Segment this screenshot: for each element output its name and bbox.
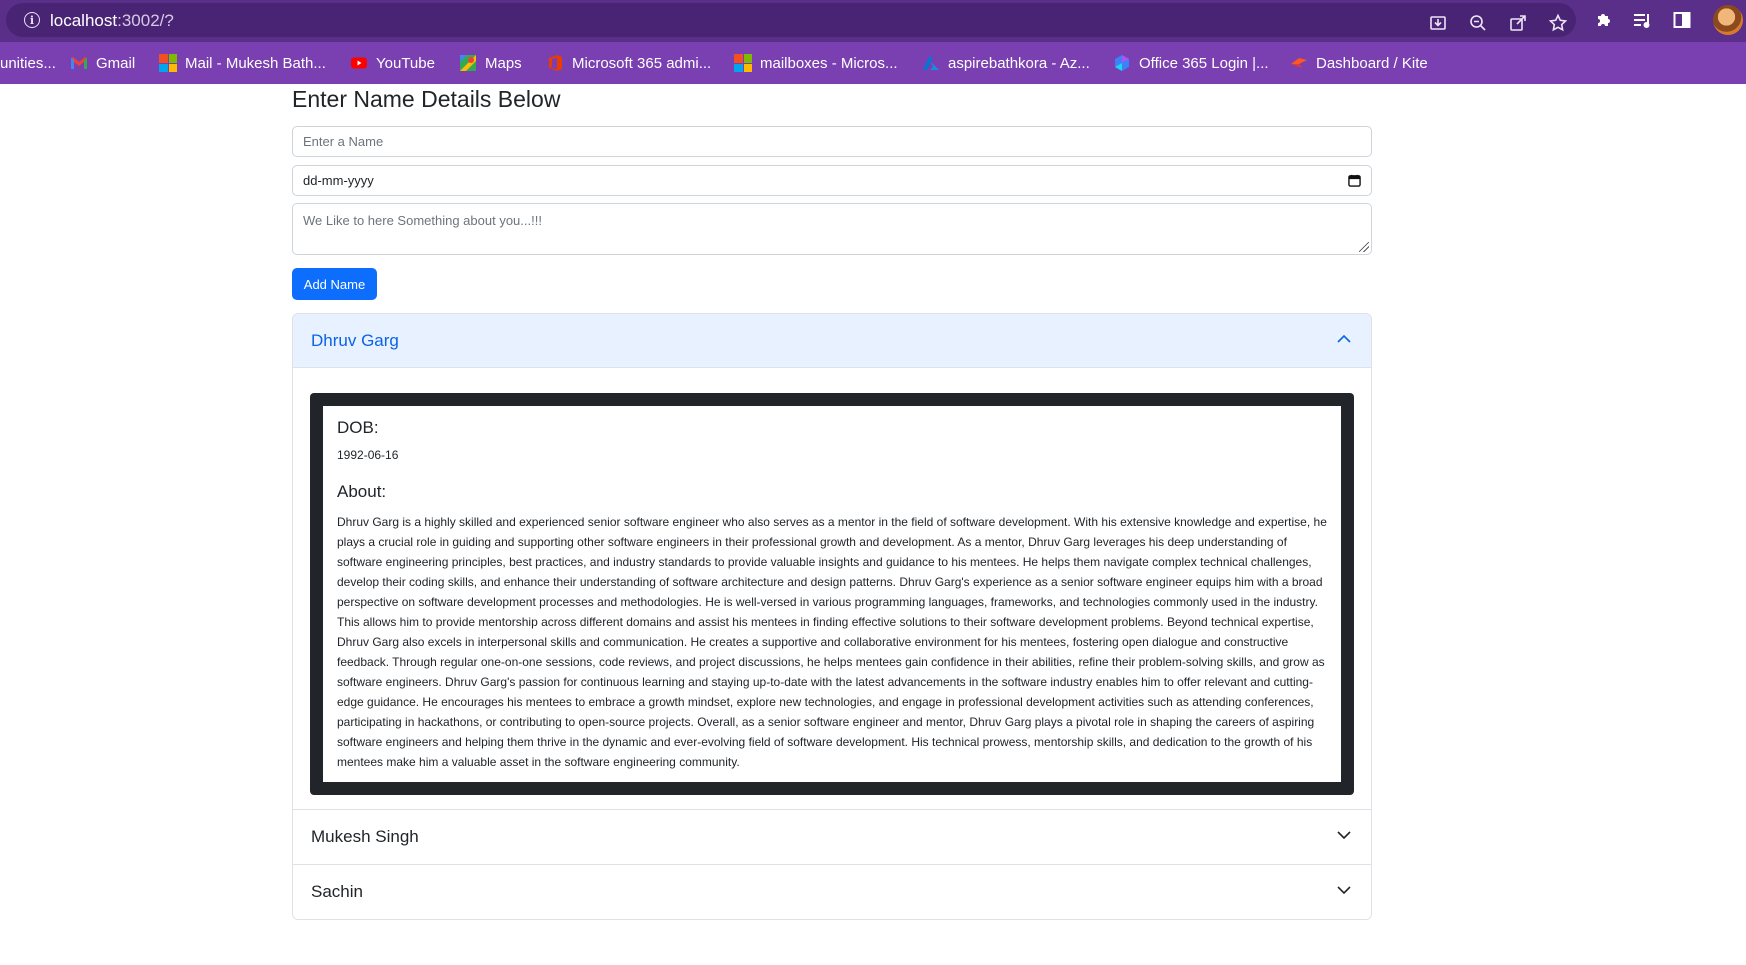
bookmark-label: Dashboard / Kite — [1316, 54, 1428, 72]
bookmark-label: YouTube — [376, 54, 435, 72]
maps-icon — [460, 55, 476, 71]
gmail-icon — [71, 57, 87, 69]
bookmark-label: mailboxes - Micros... — [760, 54, 898, 72]
profile-avatar[interactable] — [1713, 5, 1743, 35]
accordion-item: Dhruv Garg DOB: 1992-06-16 About: Dhruv … — [293, 314, 1371, 810]
dob-value: 1992-06-16 — [337, 448, 399, 462]
name-input[interactable]: Enter a Name — [292, 126, 1372, 157]
bookmark-label: Gmail — [96, 54, 136, 72]
page-title: Enter Name Details Below — [292, 86, 561, 112]
azure-icon — [923, 57, 939, 70]
bookmark-mailboxes[interactable]: mailboxes - Micros... — [734, 51, 898, 75]
bookmark-youtube[interactable]: YouTube — [350, 51, 435, 75]
url-host: localhost — [50, 11, 118, 30]
bookmark-label: Microsoft 365 admi... — [572, 54, 712, 72]
url-text[interactable]: localhost:3002/? — [50, 11, 174, 31]
chevron-down-icon — [1335, 826, 1353, 849]
accordion-item: Sachin — [293, 865, 1371, 919]
name-input-placeholder: Enter a Name — [303, 134, 384, 149]
bookmark-maps[interactable]: Maps — [459, 51, 522, 75]
office-icon — [549, 55, 562, 71]
accordion-header-mukesh-singh[interactable]: Mukesh Singh — [293, 810, 1371, 864]
bookmarks-bar: unities... Gmail Mail - Mukesh Bath... Y… — [0, 42, 1746, 84]
bookmark-label: Office 365 Login |... — [1139, 54, 1269, 72]
site-info-icon[interactable]: i — [24, 12, 40, 28]
chevron-up-icon — [1335, 330, 1353, 353]
bookmark-mail-mukesh[interactable]: Mail - Mukesh Bath... — [159, 51, 326, 75]
bookmark-azure[interactable]: aspirebathkora - Az... — [922, 51, 1090, 75]
bookmark-opportunities[interactable]: unities... — [0, 51, 56, 75]
omnibox[interactable]: i localhost:3002/? — [6, 3, 1576, 37]
detail-card-content: DOB: 1992-06-16 About: Dhruv Garg is a h… — [323, 406, 1341, 782]
url-path: :3002/? — [117, 11, 174, 30]
names-accordion: Dhruv Garg DOB: 1992-06-16 About: Dhruv … — [292, 313, 1372, 920]
bookmark-kite[interactable]: Dashboard / Kite — [1290, 51, 1428, 75]
dob-label: DOB: — [337, 418, 379, 437]
about-value: Dhruv Garg is a highly skilled and exper… — [337, 515, 1327, 769]
bookmark-label: Mail - Mukesh Bath... — [185, 54, 326, 72]
accordion-body: DOB: 1992-06-16 About: Dhruv Garg is a h… — [293, 368, 1371, 809]
bookmark-label: unities... — [0, 54, 56, 72]
bookmark-office365-login[interactable]: Office 365 Login |... — [1113, 51, 1269, 75]
about-label: About: — [337, 482, 387, 501]
detail-card: DOB: 1992-06-16 About: Dhruv Garg is a h… — [310, 393, 1354, 795]
media-queue-icon[interactable] — [1630, 8, 1654, 32]
about-textarea-placeholder: We Like to here Something about you...!!… — [303, 213, 542, 228]
bookmark-gmail[interactable]: Gmail — [70, 51, 135, 75]
youtube-icon — [351, 57, 367, 69]
dob-date-input[interactable]: dd-mm-yyyy — [292, 165, 1372, 196]
calendar-icon[interactable] — [1348, 174, 1361, 187]
share-icon[interactable] — [1506, 11, 1530, 35]
side-panel-icon[interactable] — [1670, 8, 1694, 32]
bookmark-label: Maps — [485, 54, 522, 72]
microsoft-icon — [734, 54, 752, 72]
extensions-puzzle-icon[interactable] — [1592, 8, 1616, 32]
accordion-title: Dhruv Garg — [311, 331, 399, 350]
accordion-header-dhruv-garg[interactable]: Dhruv Garg — [293, 314, 1371, 368]
bookmark-m365-admin[interactable]: Microsoft 365 admi... — [546, 51, 711, 75]
accordion-title: Sachin — [311, 882, 363, 901]
resize-handle-icon[interactable] — [1359, 242, 1369, 252]
add-name-button[interactable]: Add Name — [292, 268, 377, 300]
accordion-item: Mukesh Singh — [293, 810, 1371, 865]
chevron-down-icon — [1335, 881, 1353, 904]
date-input-placeholder: dd-mm-yyyy — [303, 173, 374, 188]
kite-icon — [1291, 58, 1307, 68]
bookmark-star-icon[interactable] — [1546, 11, 1570, 35]
about-textarea[interactable]: We Like to here Something about you...!!… — [292, 203, 1372, 255]
browser-address-bar: i localhost:3002/? — [0, 0, 1746, 42]
zoom-icon[interactable] — [1466, 11, 1490, 35]
microsoft-icon — [159, 54, 177, 72]
office365-icon — [1115, 55, 1129, 71]
accordion-header-sachin[interactable]: Sachin — [293, 865, 1371, 919]
accordion-title: Mukesh Singh — [311, 827, 419, 846]
bookmark-label: aspirebathkora - Az... — [948, 54, 1090, 72]
install-app-icon[interactable] — [1426, 11, 1450, 35]
